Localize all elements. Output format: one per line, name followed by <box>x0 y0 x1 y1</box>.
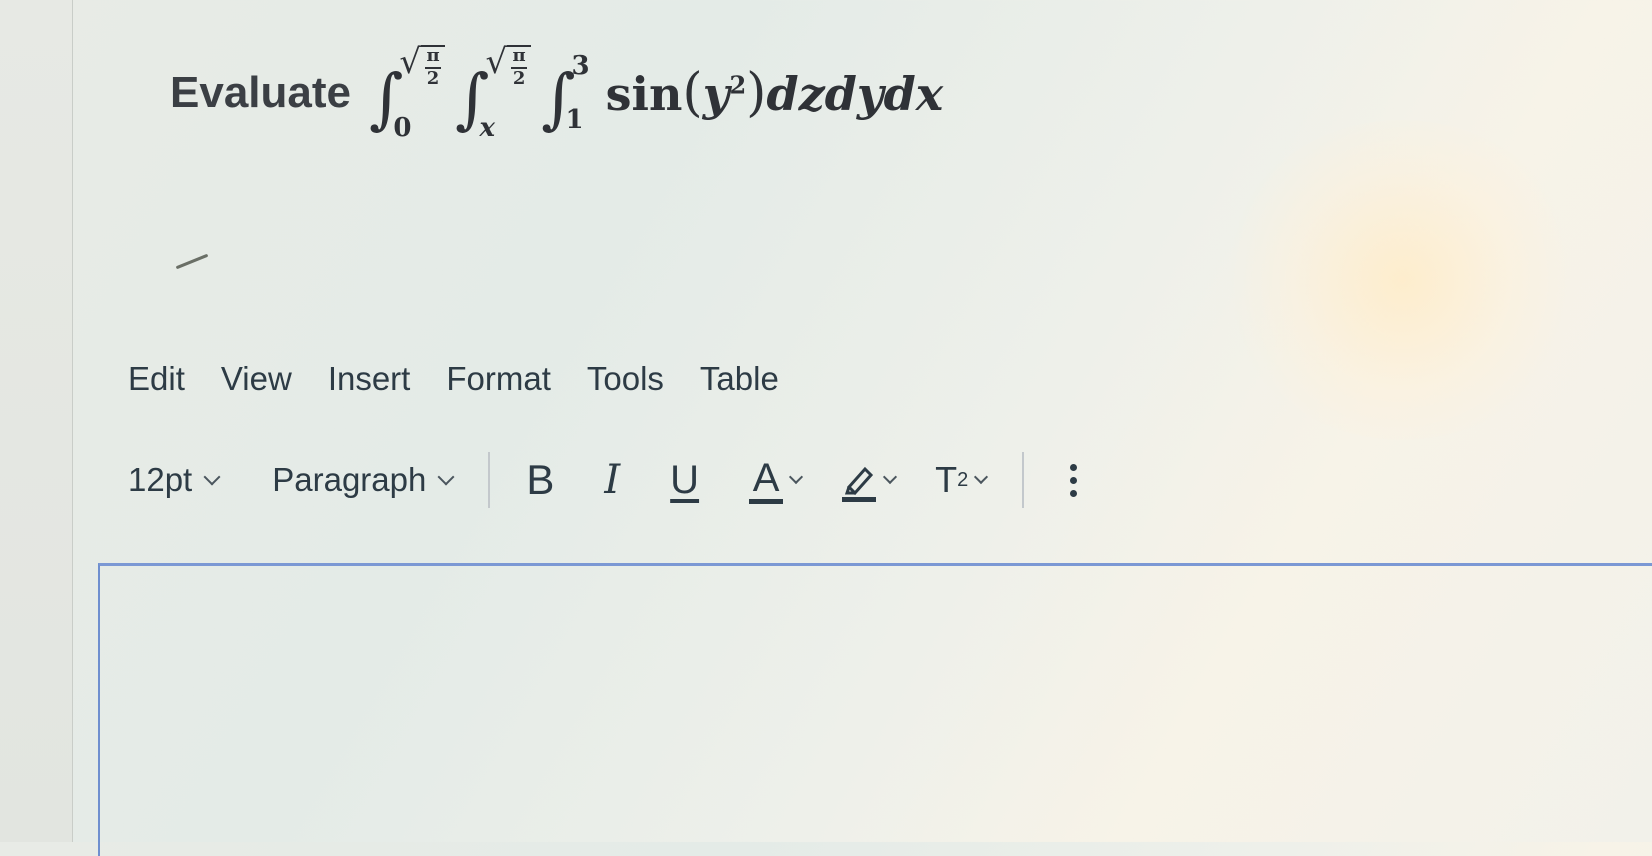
menu-format[interactable]: Format <box>446 360 551 398</box>
fraction-numerator: π <box>426 45 440 66</box>
pen-icon <box>844 466 874 495</box>
block-format-dropdown[interactable]: Paragraph <box>272 461 455 499</box>
stray-mark <box>175 253 209 270</box>
toolbar-divider <box>1022 452 1025 508</box>
upper-limit: √ π 2 <box>399 45 446 89</box>
chevron-down-icon <box>788 469 804 485</box>
bold-button[interactable]: B <box>526 456 554 504</box>
font-size-dropdown[interactable]: 12pt <box>128 461 221 499</box>
menu-view[interactable]: View <box>221 360 292 398</box>
integrand-variable: y <box>702 67 730 121</box>
text-color-icon: A <box>749 456 784 504</box>
superscript-button[interactable]: T2 <box>935 459 989 501</box>
editor-menubar: Edit View Insert Format Tools Table <box>128 360 779 398</box>
text-color-button[interactable]: A <box>749 456 804 504</box>
font-size-value: 12pt <box>128 461 193 498</box>
rich-text-editor-area[interactable] <box>98 563 1652 856</box>
integral-inner: ∫ 3 1 <box>541 53 589 133</box>
integral-sign-icon: ∫ <box>455 60 490 137</box>
question-prefix: Evaluate <box>170 68 351 117</box>
fraction: π 2 <box>421 45 446 89</box>
chevron-down-icon <box>203 468 221 486</box>
screen-glare <box>1222 120 1582 440</box>
paren-open: ( <box>682 63 703 123</box>
text-color-bar <box>749 499 784 504</box>
text-color-letter: A <box>752 456 780 500</box>
menu-insert[interactable]: Insert <box>328 360 411 398</box>
chevron-down-icon <box>882 469 898 485</box>
upper-limit: √ π 2 <box>485 45 532 89</box>
kebab-dot <box>1070 476 1078 484</box>
chevron-down-icon <box>437 468 455 486</box>
integral-sign-icon: ∫ <box>541 60 576 137</box>
menu-table[interactable]: Table <box>700 360 779 398</box>
integrand-function: sin <box>605 67 683 121</box>
block-format-value: Paragraph <box>272 461 427 498</box>
menu-tools[interactable]: Tools <box>587 360 664 398</box>
integral-middle: ∫ √ π 2 x <box>455 45 532 141</box>
fraction-denominator: 2 <box>426 67 440 89</box>
page: Evaluate ∫ √ π 2 0 ∫ √ π 2 x ∫ 3 1 sin(y… <box>72 0 1652 856</box>
integral-limits: √ π 2 0 <box>393 45 446 141</box>
toolbar-divider <box>488 452 491 508</box>
integrand-exponent: 2 <box>729 70 747 100</box>
integral-sign-icon: ∫ <box>368 60 404 137</box>
integral-outer: ∫ √ π 2 0 <box>368 45 446 141</box>
highlighter-icon <box>841 459 877 502</box>
fraction: π 2 <box>507 45 532 89</box>
superscript-base: T <box>935 459 958 500</box>
menu-edit[interactable]: Edit <box>128 360 185 398</box>
integrand-differentials: dzdydx <box>766 67 944 121</box>
superscript-exp: 2 <box>957 468 969 491</box>
paren-close: ) <box>746 63 767 123</box>
italic-button[interactable]: I <box>604 457 620 503</box>
fraction-denominator: 2 <box>512 67 526 89</box>
kebab-dot <box>1070 489 1078 497</box>
integral-limits: √ π 2 x <box>479 45 532 141</box>
highlight-color-bar <box>842 496 877 502</box>
highlight-color-button[interactable] <box>841 459 898 502</box>
underline-button[interactable]: U <box>670 458 699 503</box>
kebab-dot <box>1070 463 1078 471</box>
fraction-numerator: π <box>512 45 526 66</box>
chevron-down-icon <box>974 469 989 485</box>
editor-toolbar: 12pt Paragraph B I U A T 2 <box>128 450 1078 510</box>
integrand: sin(y2)dzdydx <box>606 63 944 123</box>
left-gutter <box>0 0 73 842</box>
more-options-icon[interactable] <box>1070 463 1078 497</box>
question-text: Evaluate ∫ √ π 2 0 ∫ √ π 2 x ∫ 3 1 sin(y… <box>170 18 943 168</box>
